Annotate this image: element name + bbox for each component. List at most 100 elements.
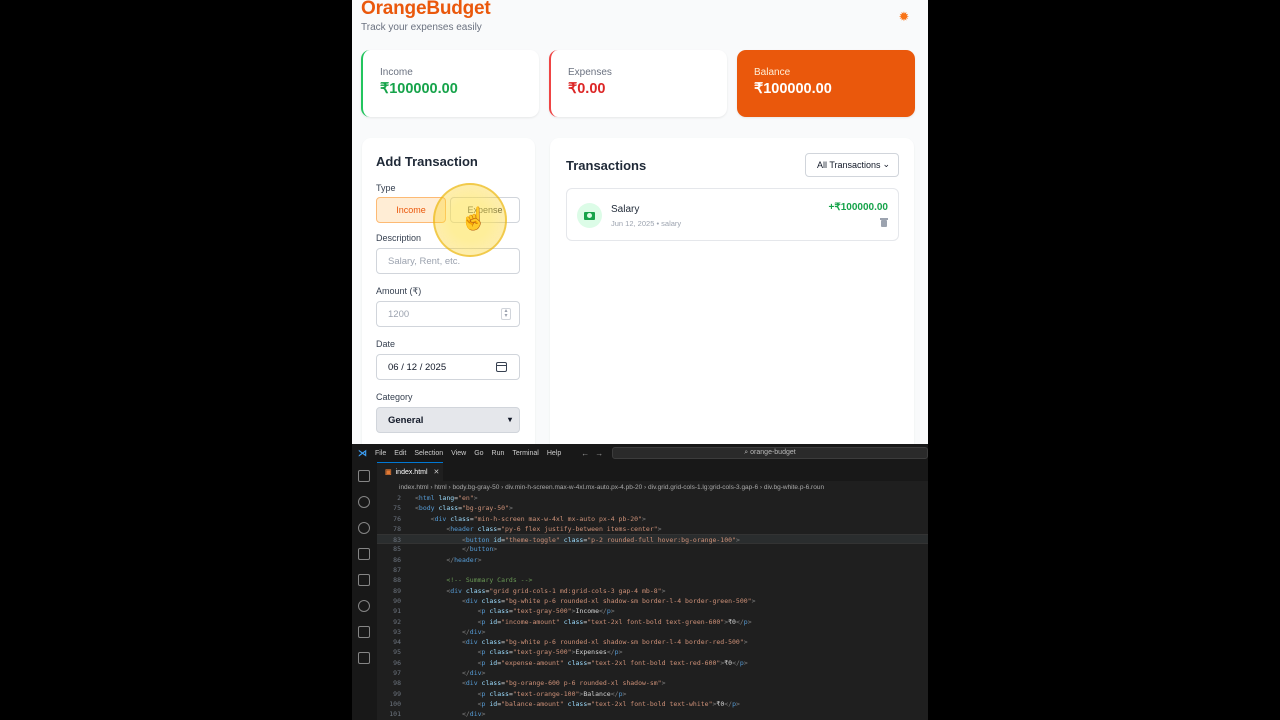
code-area[interactable]: 2 <html lang="en"> 75 <body class="bg-gray-… (377, 493, 928, 720)
gear-icon: ✹ (898, 9, 910, 24)
balance-amount: ₹100000.00 (754, 81, 832, 97)
menu-selection[interactable]: Selection (414, 450, 443, 457)
vscode-editor: ⋊ File Edit Selection View Go Run Termin… (352, 444, 928, 720)
line-number: 98 (393, 679, 401, 688)
run-debug-icon[interactable] (358, 548, 370, 560)
line-number: 86 (393, 555, 401, 564)
date-value: 06 / 12 / 2025 (388, 361, 447, 373)
search-icon[interactable] (358, 496, 370, 508)
line-number: 88 (393, 576, 401, 585)
balance-card: Balance ₹100000.00 (737, 50, 915, 117)
line-number: 97 (393, 669, 401, 678)
transaction-meta: Jun 12, 2025 • salary (611, 219, 682, 228)
money-icon (577, 203, 602, 228)
category-value: General (388, 414, 424, 426)
code-line[interactable]: 87 (377, 565, 928, 575)
tab-label: index.html (395, 468, 428, 476)
line-number: 75 (393, 504, 401, 513)
code-line[interactable]: 85 </button> (377, 544, 928, 554)
filter-value: All Transactions (817, 160, 881, 170)
code-line[interactable]: 100 <p id="balance-amount" class="text-2… (377, 699, 928, 709)
code-line[interactable]: 83 <button id="theme-toggle" class="p-2 … (377, 534, 928, 545)
add-transaction-panel: Add Transaction Type Income Expense Desc… (362, 138, 535, 444)
menu-edit[interactable]: Edit (394, 450, 406, 457)
date-input[interactable]: 06 / 12 / 2025 (376, 354, 520, 380)
code-line[interactable]: 96 <p id="expense-amount" class="text-2x… (377, 658, 928, 668)
line-number: 76 (393, 514, 401, 523)
orangebudget-app: OrangeBudget Track your expenses easily … (352, 0, 928, 444)
tab-index-html[interactable]: ▣ index.html ✕ (377, 462, 443, 481)
type-label: Type (376, 183, 396, 193)
line-number: 92 (393, 617, 401, 626)
code-line[interactable]: 88 <!-- Summary Cards --> (377, 575, 928, 585)
line-number: 100 (389, 699, 401, 708)
expenses-amount: ₹0.00 (568, 81, 606, 97)
line-number: 91 (393, 607, 401, 616)
calendar-icon[interactable] (496, 362, 507, 372)
category-label: Category (376, 392, 413, 402)
code-line[interactable]: 94 <div class="bg-white p-6 rounded-xl s… (377, 637, 928, 647)
line-number: 87 (393, 566, 401, 575)
extensions-icon[interactable] (358, 574, 370, 586)
line-number: 85 (393, 545, 401, 554)
chevron-down-icon: ⌄ (882, 159, 890, 169)
menu-view[interactable]: View (451, 450, 466, 457)
code-line[interactable]: 89 <div class="grid grid-cols-1 md:grid-… (377, 586, 928, 596)
menu-help[interactable]: Help (547, 450, 561, 457)
code-line[interactable]: 98 <div class="bg-orange-600 p-6 rounded… (377, 678, 928, 688)
line-number: 2 (397, 494, 401, 502)
code-line[interactable]: 91 <p class="text-gray-500">Income</p> (377, 606, 928, 616)
screen: OrangeBudget Track your expenses easily … (352, 0, 928, 720)
chevron-down-icon: ▾ (507, 415, 512, 424)
code-line[interactable]: 101 </div> (377, 709, 928, 719)
theme-toggle-button[interactable]: ✹ (895, 8, 913, 26)
remote-icon[interactable] (358, 626, 370, 638)
income-label: Income (380, 67, 413, 78)
lightning-icon[interactable] (358, 600, 370, 612)
code-line[interactable]: 2 <html lang="en"> (377, 493, 928, 503)
menu-run[interactable]: Run (492, 450, 505, 457)
source-control-icon[interactable] (358, 522, 370, 534)
amount-input[interactable]: 1200 ▴ ▾ (376, 301, 520, 327)
brand-tagline: Track your expenses easily (361, 22, 482, 33)
transaction-filter-select[interactable]: All Transactions ⌄ (805, 153, 899, 177)
number-stepper-icon[interactable]: ▴ ▾ (501, 308, 511, 320)
code-line[interactable]: 92 <p id="income-amount" class="text-2xl… (377, 617, 928, 627)
trash-icon[interactable] (880, 218, 888, 227)
hand-cursor-icon: ☝ (460, 206, 488, 231)
code-line[interactable]: 99 <p class="text-orange-100">Balance</p… (377, 689, 928, 699)
title-bar: ⋊ File Edit Selection View Go Run Termin… (352, 444, 928, 462)
line-number: 99 (393, 689, 401, 698)
code-line[interactable]: 78 <header class="py-6 flex justify-betw… (377, 524, 928, 534)
line-number: 96 (393, 658, 401, 667)
description-input[interactable]: Salary, Rent, etc. (376, 248, 520, 274)
transaction-item: Salary Jun 12, 2025 • salary +₹100000.00 (566, 188, 899, 241)
code-line[interactable]: 93 </div> (377, 627, 928, 637)
date-label: Date (376, 339, 396, 349)
plugin-icon[interactable] (358, 652, 370, 664)
code-line[interactable]: 97 </div> (377, 668, 928, 678)
menu-terminal[interactable]: Terminal (512, 450, 538, 457)
code-line[interactable]: 86 </header> (377, 555, 928, 565)
transactions-title: Transactions (566, 158, 647, 173)
explorer-icon[interactable] (358, 470, 370, 482)
balance-label: Balance (754, 67, 791, 78)
category-select[interactable]: General ▾ (376, 407, 520, 433)
line-number: 94 (393, 638, 401, 647)
menu-go[interactable]: Go (474, 450, 483, 457)
editor-tabs: ▣ index.html ✕ (377, 462, 928, 481)
nav-arrows-icon[interactable]: ←→ (581, 449, 609, 458)
html-file-icon: ▣ (385, 469, 392, 476)
close-icon[interactable]: ✕ (434, 468, 440, 476)
menu-file[interactable]: File (375, 450, 386, 457)
code-line[interactable]: 90 <div class="bg-white p-6 rounded-xl s… (377, 596, 928, 606)
brand-title: OrangeBudget (361, 0, 491, 19)
code-line[interactable]: 95 <p class="text-gray-500">Expenses</p> (377, 647, 928, 657)
command-center-search[interactable]: ⌕ orange-budget (612, 447, 928, 459)
code-line[interactable]: 75 <body class="bg-gray-50"> (377, 503, 928, 513)
line-number: 95 (393, 648, 401, 657)
amount-placeholder: 1200 (388, 308, 410, 320)
code-line[interactable]: 76 <div class="min-h-screen max-w-4xl mx… (377, 514, 928, 524)
vscode-logo-icon: ⋊ (358, 448, 367, 458)
amount-label: Amount (₹) (376, 286, 422, 296)
